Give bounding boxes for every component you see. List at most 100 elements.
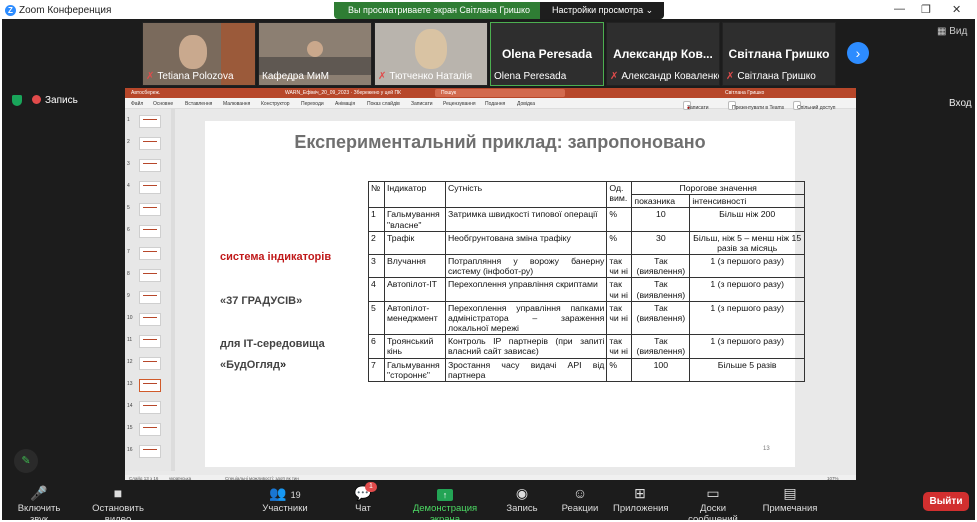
present-btn-label: Презентувати в Teams <box>732 105 785 111</box>
ppt-user-name: Світлана Гришко <box>725 90 765 96</box>
cell-essence: Зростання часу видачі API від партнера <box>444 357 608 382</box>
thumb-number: 3 <box>127 161 130 167</box>
ppt-record-button[interactable]: ● Записати <box>683 101 709 111</box>
security-shield-icon[interactable] <box>12 95 22 106</box>
ribbon-tab-slideshow[interactable]: Показ слайдів <box>367 101 400 107</box>
cell-essence: Потрапляння у ворожу банерну систему (ін… <box>444 254 608 279</box>
slide-thumbnail[interactable] <box>139 357 161 370</box>
slide-text-37-gradusiv: «37 ГРАДУСІВ» <box>220 295 303 307</box>
view-options-button[interactable]: Настройки просмотра ⌄ <box>540 2 664 19</box>
record-dot-icon <box>32 95 41 104</box>
chat-label: Чат <box>355 503 371 514</box>
participants-label: Участники <box>262 503 308 514</box>
mute-button[interactable]: 🎤 Включить звук <box>8 484 70 520</box>
view-button[interactable]: ▦ Вид <box>937 26 967 37</box>
ribbon-tab-help[interactable]: Довідка <box>517 101 535 107</box>
video-tile-tetiana[interactable]: ✗ Tetiana Polozova <box>142 22 256 86</box>
whiteboards-button[interactable]: ▭ Доски сообщений <box>675 484 751 520</box>
thumb-number: 2 <box>127 139 130 145</box>
ribbon-tab-view[interactable]: Подання <box>485 101 505 107</box>
participants-count: 19 <box>290 490 301 500</box>
next-page-button[interactable]: › <box>847 42 869 64</box>
thumb-number: 4 <box>127 183 130 189</box>
restore-icon[interactable]: ❐ <box>921 3 931 16</box>
ribbon-tab-transitions[interactable]: Переходи <box>301 101 324 107</box>
reactions-label: Реакции <box>561 503 599 514</box>
annotate-pen-button[interactable]: ✎ <box>14 449 38 473</box>
header-essence: Сутність <box>444 180 608 209</box>
minimize-icon[interactable]: — <box>894 3 905 15</box>
slide-thumbnail[interactable] <box>139 225 161 238</box>
thumb-number: 16 <box>127 447 133 453</box>
ribbon-tab-home[interactable]: Основне <box>153 101 173 107</box>
slide-thumbnail[interactable] <box>139 203 161 216</box>
close-icon[interactable]: ✕ <box>952 3 961 16</box>
slide-thumbnail[interactable] <box>139 269 161 282</box>
slide-thumbnail[interactable] <box>139 159 161 172</box>
apps-button[interactable]: ⊞ Приложения <box>613 484 669 514</box>
cell-essence: Затримка швидкості типової операції <box>444 207 608 232</box>
slide-thumbnail[interactable] <box>139 137 161 150</box>
cell-value: 100 <box>631 357 691 382</box>
notes-button[interactable]: ▤ Примечания <box>762 484 818 514</box>
slide-thumbnail[interactable] <box>139 335 161 348</box>
ribbon-tab-review[interactable]: Рецензування <box>443 101 476 107</box>
slide-thumbnail[interactable] <box>139 313 161 326</box>
ribbon-tab-draw[interactable]: Малювання <box>223 101 250 107</box>
table-header-row: № Індикатор Сутність Од. вим. Порогове з… <box>368 180 805 209</box>
ribbon-tab-animation[interactable]: Анімація <box>335 101 355 107</box>
ribbon-tab-insert[interactable]: Вставлення <box>185 101 212 107</box>
mic-muted-icon: ✗ <box>726 71 735 82</box>
record-button[interactable]: ◉ Запись <box>504 484 540 514</box>
slide-thumbnail[interactable] <box>139 401 161 414</box>
present-teams-button[interactable]: Презентувати в Teams <box>728 101 784 111</box>
recording-indicator[interactable]: Запись <box>32 95 78 106</box>
ribbon-tab-record[interactable]: Записати <box>411 101 433 107</box>
leave-button[interactable]: Выйти <box>923 492 969 511</box>
slide-thumbnail[interactable] <box>139 181 161 194</box>
cell-no: 2 <box>368 230 385 256</box>
ppt-search-input[interactable]: Пошук <box>435 89 565 97</box>
view-options-label: Настройки просмотра <box>552 5 644 15</box>
video-tile-oleksandr[interactable]: Александр Ков... ✗ Александр Коваленко <box>606 22 720 86</box>
exit-fullscreen-button[interactable]: Вход <box>949 98 972 109</box>
whiteboard-icon: ▭ <box>706 485 720 501</box>
slide-thumbnail[interactable] <box>139 423 161 436</box>
video-tile-kafedra[interactable]: Кафедра МиМ <box>258 22 372 86</box>
participant-name: Тютченко Наталія <box>389 71 473 82</box>
header-indicator: Індикатор <box>383 180 446 209</box>
participant-display-name: Александр Ков... <box>613 47 713 61</box>
mic-muted-icon: ✗ <box>610 71 619 82</box>
participant-display-name: Olena Peresada <box>501 47 593 61</box>
ribbon-tab-file[interactable]: Файл <box>131 101 143 107</box>
slide-thumbnail[interactable] <box>139 247 161 260</box>
header-no: № <box>368 180 385 209</box>
cell-no: 5 <box>368 300 385 336</box>
cell-unit: так чи ні <box>606 254 633 279</box>
participants-button[interactable]: 👥 19 Участники <box>260 484 310 514</box>
cell-indicator: Гальмування "власне" <box>383 207 446 232</box>
slide-thumbnail[interactable] <box>139 445 161 458</box>
cell-value: Так (виявлення) <box>631 277 691 302</box>
pen-icon: ✎ <box>21 455 31 467</box>
participant-name: Світлана Гришко <box>737 71 816 82</box>
share-screen-button[interactable]: ↑ Демонстрация экрана <box>398 484 492 520</box>
table-row: 1 Гальмування "власне" Затримка швидкост… <box>368 207 805 232</box>
share-button[interactable]: Спільний доступ <box>793 101 835 111</box>
cell-indicator: Влучання <box>383 254 446 279</box>
autosave-label: Автосбереж. <box>131 90 161 96</box>
reactions-button[interactable]: ☺ Реакции <box>560 484 600 514</box>
video-tile-olena[interactable]: Olena Peresada Olena Peresada <box>490 22 604 86</box>
thumbnail-scrollbar[interactable] <box>171 109 175 471</box>
cell-value: Так (виявлення) <box>631 300 691 336</box>
slide-thumbnail-active[interactable] <box>139 379 161 392</box>
cell-intensity: 1 (з першого разу) <box>689 254 805 279</box>
slide-thumbnail[interactable] <box>139 291 161 304</box>
slide-thumbnail[interactable] <box>139 115 161 128</box>
video-tile-svitlana[interactable]: Світлана Гришко ✗ Світлана Гришко <box>722 22 836 86</box>
ppt-title-bar: Автосбереж. WARN_Ефіміч_20_09_2023 · Збе… <box>125 88 856 98</box>
video-button[interactable]: ■ Остановить видео <box>78 484 158 520</box>
ribbon-tab-design[interactable]: Конструктор <box>261 101 290 107</box>
video-tile-tyutchenko[interactable]: ✗ Тютченко Наталія <box>374 22 488 86</box>
participants-icon: 👥 19 <box>269 485 301 501</box>
